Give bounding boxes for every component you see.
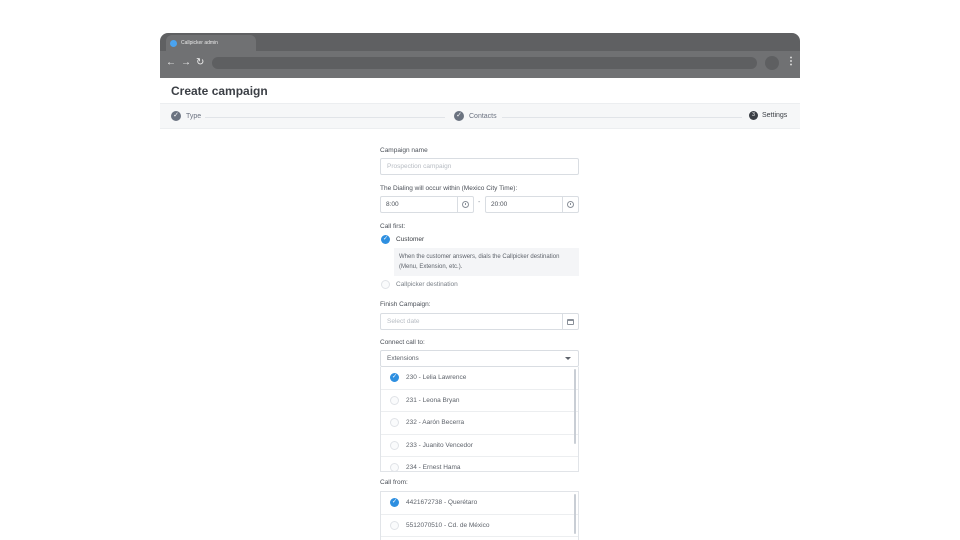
list-item-label: 233 - Juanito Vencedor — [406, 441, 473, 449]
list-scrollbar[interactable] — [574, 494, 576, 534]
call-from-list[interactable]: ✓ 4421672738 - Querétaro 5512070510 - Cd… — [380, 491, 579, 540]
radio-label: Callpicker destination — [396, 281, 458, 288]
step-number: 3 — [749, 111, 758, 120]
radio-label: Customer — [396, 236, 425, 243]
step-label: Type — [186, 112, 202, 120]
reload-icon[interactable]: ↻ — [196, 57, 204, 69]
list-item-label: 230 - Lelia Lawrence — [406, 374, 467, 382]
list-item-label: 4421672738 - Querétaro — [406, 499, 478, 507]
finish-date-input[interactable]: Select date — [380, 313, 579, 330]
time-separator: - — [478, 199, 481, 206]
caret-down-icon — [565, 357, 571, 360]
finish-campaign-label: Finish Campaign: — [380, 301, 431, 308]
campaign-name-input[interactable]: Prospection campaign — [380, 158, 579, 175]
browser-window: Callpicker admin ← → ↻ ⋮ Create campaign… — [160, 33, 800, 540]
step-connector — [205, 117, 445, 118]
step-type[interactable]: ✓ Type — [171, 111, 201, 121]
check-circle-icon: ✓ — [390, 498, 399, 508]
end-time-input[interactable]: 20:00 — [485, 196, 579, 213]
check-circle-icon: ✓ — [454, 111, 464, 121]
page-title: Create campaign — [171, 84, 268, 98]
vertical-dots-icon[interactable]: ⋮ — [786, 56, 796, 68]
clock-icon — [462, 201, 469, 208]
radio-circle-icon — [390, 395, 399, 405]
tab-title: Callpicker admin — [181, 40, 218, 46]
end-time-value: 20:00 — [491, 201, 508, 208]
list-item-label: 5512070510 - Cd. de México — [406, 521, 490, 529]
campaign-name-label: Campaign name — [380, 147, 428, 154]
end-time-picker[interactable] — [562, 197, 578, 212]
call-from-label: Call from: — [380, 479, 408, 486]
list-item-label: 232 - Aarón Becerra — [406, 419, 465, 427]
connect-call-select[interactable]: Extensions — [380, 350, 579, 367]
list-item[interactable]: 234 - Ernest Hama — [381, 457, 578, 472]
radio-callpicker-destination[interactable]: Callpicker destination — [381, 280, 458, 289]
list-scrollbar[interactable] — [574, 369, 576, 444]
call-first-hint: When the customer answers, dials the Cal… — [394, 248, 579, 276]
connect-call-selected: Extensions — [387, 355, 419, 362]
browser-toolbar: ← → ↻ ⋮ — [160, 51, 800, 78]
connect-call-label: Connect call to: — [380, 339, 425, 346]
arrow-right-icon[interactable]: → — [181, 57, 191, 69]
start-time-input[interactable]: 8:00 — [380, 196, 474, 213]
calendar-icon — [567, 318, 574, 325]
radio-circle-icon — [390, 463, 399, 471]
check-circle-icon: ✓ — [390, 373, 399, 383]
list-item[interactable]: ✓ 230 - Lelia Lawrence — [381, 367, 578, 390]
favicon-icon — [170, 39, 177, 47]
dialing-window-label: The Dialing will occur within (Mexico Ci… — [380, 185, 518, 192]
start-time-value: 8:00 — [386, 201, 399, 208]
address-bar[interactable] — [212, 57, 757, 69]
radio-circle-icon — [390, 520, 399, 530]
list-item[interactable]: 232 - Aarón Becerra — [381, 412, 578, 435]
clock-icon — [567, 201, 574, 208]
step-settings[interactable]: 3 Settings — [749, 111, 787, 120]
stepper: ✓ Type ✓ Contacts 3 Settings — [160, 103, 800, 129]
radio-circle-icon — [381, 280, 390, 289]
browser-chrome: Callpicker admin ← → ↻ ⋮ — [160, 33, 800, 78]
list-item-label: 234 - Ernest Hama — [406, 464, 461, 472]
campaign-name-placeholder: Prospection campaign — [387, 163, 452, 170]
step-contacts[interactable]: ✓ Contacts — [454, 111, 497, 121]
date-picker-button[interactable] — [562, 314, 578, 329]
step-label: Settings — [762, 112, 788, 119]
list-item[interactable]: ✓ 4421672738 - Querétaro — [381, 492, 578, 515]
call-first-label: Call first: — [380, 223, 406, 230]
finish-date-placeholder: Select date — [387, 318, 420, 325]
radio-circle-icon — [390, 418, 399, 428]
start-time-picker[interactable] — [457, 197, 473, 212]
browser-tab[interactable]: Callpicker admin — [166, 35, 256, 51]
step-connector — [502, 117, 742, 118]
list-item-label: 231 - Leona Bryan — [406, 396, 460, 404]
list-item[interactable]: 5512070510 - Cd. de México — [381, 515, 578, 537]
list-item[interactable]: 231 - Leona Bryan — [381, 390, 578, 412]
extensions-list[interactable]: ✓ 230 - Lelia Lawrence 231 - Leona Bryan… — [380, 367, 579, 472]
check-circle-icon: ✓ — [381, 235, 390, 244]
step-label: Contacts — [469, 112, 497, 120]
profile-avatar[interactable] — [765, 56, 779, 70]
arrow-left-icon[interactable]: ← — [166, 57, 176, 69]
list-item[interactable]: 233 - Juanito Vencedor — [381, 435, 578, 457]
radio-customer[interactable]: ✓ Customer — [381, 235, 424, 244]
check-circle-icon: ✓ — [171, 111, 181, 121]
radio-circle-icon — [390, 440, 399, 450]
